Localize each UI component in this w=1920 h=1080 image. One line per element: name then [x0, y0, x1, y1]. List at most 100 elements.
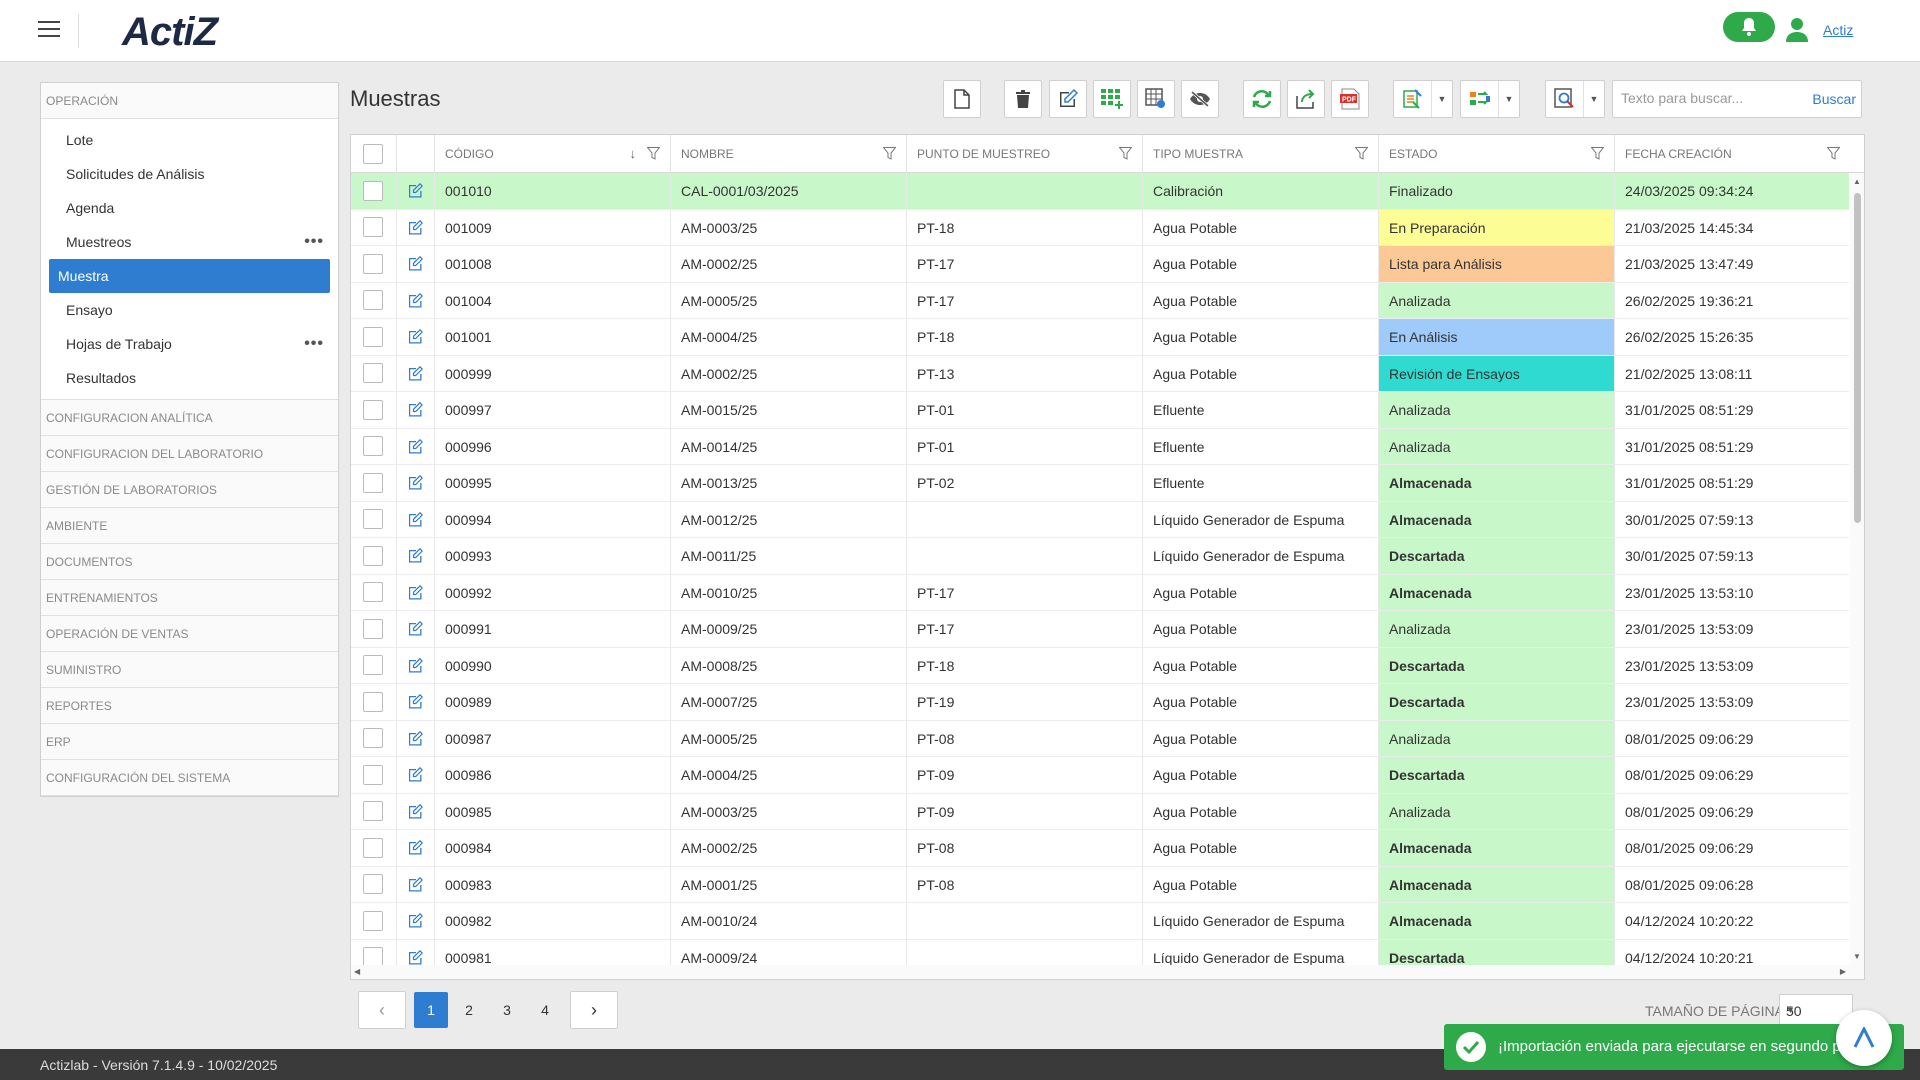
edit-icon[interactable] [408, 548, 423, 563]
sidebar-section[interactable]: OPERACIÓN DE VENTAS [41, 616, 338, 652]
sidebar-section[interactable]: ERP [41, 724, 338, 760]
edit-icon[interactable] [408, 767, 423, 782]
edit-icon[interactable] [408, 584, 423, 600]
chevron-down-icon[interactable]: ▼ [1432, 81, 1452, 117]
delete-button[interactable] [1004, 80, 1042, 118]
page-number[interactable]: 4 [528, 992, 562, 1028]
horizontal-scrollbar[interactable]: ◀ ▶ [351, 965, 1864, 979]
scroll-right-icon[interactable]: ▶ [1840, 967, 1846, 976]
table-row[interactable]: 000995 AM-0013/25 PT-02 Efluente Almacenada 3… [351, 465, 1849, 502]
notifications-button[interactable] [1723, 12, 1775, 42]
table-row[interactable]: 001009 AM-0003/25 PT-18 Agua Potable En Prep… [351, 209, 1849, 246]
sidebar-item[interactable]: Solicitudes de Análisis [49, 157, 330, 191]
sidebar-section[interactable]: SUMINISTRO [41, 652, 338, 688]
chevron-down-icon[interactable]: ▼ [1499, 81, 1519, 117]
sidebar-section[interactable]: DOCUMENTOS [41, 544, 338, 580]
table-row[interactable]: 000989 AM-0007/25 PT-19 Agua Potable Descart… [351, 684, 1849, 721]
scroll-left-icon[interactable]: ◀ [354, 967, 360, 976]
edit-icon[interactable] [408, 840, 423, 855]
column-header-estado[interactable]: ESTADO [1379, 135, 1615, 173]
edit-icon[interactable] [408, 803, 423, 819]
table-row[interactable]: 000991 AM-0009/25 PT-17 Agua Potable Analiza… [351, 611, 1849, 648]
table-row[interactable]: 000987 AM-0005/25 PT-08 Agua Potable Analiza… [351, 720, 1849, 757]
search-button[interactable]: Buscar [1812, 91, 1856, 107]
row-checkbox[interactable] [363, 728, 383, 749]
import-dropdown[interactable]: ▼ [1393, 80, 1453, 118]
sidebar-item[interactable]: Lote [49, 123, 330, 157]
filter-icon[interactable] [883, 147, 896, 160]
more-options-icon[interactable]: ••• [304, 327, 324, 361]
column-header-codigo[interactable]: CÓDIGO ↓ [435, 135, 671, 173]
row-checkbox[interactable] [363, 801, 383, 822]
table-row[interactable]: 000997 AM-0015/25 PT-01 Efluente Analizada 31… [351, 392, 1849, 429]
table-row[interactable]: 000994 AM-0012/25 Líquido Generador de Esp… [351, 501, 1849, 538]
sidebar-item[interactable]: Hojas de Trabajo ••• [49, 327, 330, 361]
scroll-down-icon[interactable]: ▼ [1853, 952, 1861, 961]
user-link[interactable]: Actiz [1823, 22, 1853, 38]
edit-icon[interactable] [408, 219, 423, 235]
table-row[interactable]: 001008 AM-0002/25 PT-17 Agua Potable Lista p… [351, 246, 1849, 283]
table-row[interactable]: 000982 AM-0010/24 Líquido Generador de Esp… [351, 903, 1849, 940]
sidebar-section[interactable]: CONFIGURACIÓN DEL SISTEMA [41, 760, 338, 796]
table-row[interactable]: 001001 AM-0004/25 PT-18 Agua Potable En Anál… [351, 319, 1849, 356]
table-row[interactable]: 000981 AM-0009/24 Líquido Generador de Esp… [351, 939, 1849, 965]
edit-icon[interactable] [408, 876, 423, 892]
column-header-punto[interactable]: PUNTO DE MUESTREO [907, 135, 1143, 173]
edit-icon[interactable] [408, 329, 423, 344]
filter-icon[interactable] [1827, 147, 1840, 160]
filter-icon[interactable] [1119, 147, 1132, 160]
edit-icon[interactable] [408, 949, 423, 965]
filter-icon[interactable] [1355, 147, 1368, 160]
scrollbar-thumb[interactable] [1854, 193, 1861, 523]
add-grid-button[interactable] [1093, 80, 1131, 118]
select-all-checkbox[interactable] [363, 144, 383, 164]
report-button[interactable] [1546, 81, 1584, 117]
table-row[interactable]: 001010 CAL-0001/03/2025 Calibración Finaliz… [351, 173, 1849, 210]
search-input[interactable] [1621, 90, 1811, 106]
edit-icon[interactable] [408, 475, 423, 490]
column-header-fecha[interactable]: FECHA CREACIÓN [1615, 135, 1864, 173]
row-checkbox[interactable] [363, 436, 383, 457]
edit-icon[interactable] [408, 657, 423, 673]
edit-icon[interactable] [408, 694, 423, 709]
edit-icon[interactable] [408, 621, 423, 636]
table-row[interactable]: 000984 AM-0002/25 PT-08 Agua Potable Almacen… [351, 830, 1849, 867]
row-checkbox[interactable] [363, 655, 383, 676]
table-row[interactable]: 000983 AM-0001/25 PT-08 Agua Potable Almacen… [351, 866, 1849, 903]
next-page-button[interactable]: › [570, 991, 618, 1029]
page-number[interactable]: 3 [490, 992, 524, 1028]
edit-icon[interactable] [408, 256, 423, 271]
row-checkbox[interactable] [363, 217, 383, 238]
row-checkbox[interactable] [363, 399, 383, 420]
table-row[interactable]: 000992 AM-0010/25 PT-17 Agua Potable Almacen… [351, 574, 1849, 611]
edit-button[interactable] [1049, 80, 1087, 118]
column-header-tipo[interactable]: TIPO MUESTRA [1143, 135, 1379, 173]
table-row[interactable]: 000996 AM-0014/25 PT-01 Efluente Analizada 31… [351, 428, 1849, 465]
row-checkbox[interactable] [363, 363, 383, 384]
chevron-down-icon[interactable]: ▼ [1584, 81, 1604, 117]
sidebar-item[interactable]: Muestreos ••• [49, 225, 330, 259]
edit-icon[interactable] [408, 438, 423, 454]
row-checkbox[interactable] [363, 326, 383, 347]
sidebar-item[interactable]: Resultados [49, 361, 330, 395]
table-row[interactable]: 000999 AM-0002/25 PT-13 Agua Potable Revisió… [351, 355, 1849, 392]
sidebar-section[interactable]: OPERACIÓN [41, 83, 338, 119]
table-row[interactable]: 000990 AM-0008/25 PT-18 Agua Potable Descart… [351, 647, 1849, 684]
assistant-button[interactable] [1836, 1010, 1892, 1066]
table-row[interactable]: 001004 AM-0005/25 PT-17 Agua Potable Analiza… [351, 282, 1849, 319]
table-row[interactable]: 000993 AM-0011/25 Líquido Generador de Esp… [351, 538, 1849, 575]
sidebar-section[interactable]: CONFIGURACION DEL LABORATORIO [41, 436, 338, 472]
column-header-nombre[interactable]: NOMBRE [671, 135, 907, 173]
refresh-button[interactable] [1243, 80, 1281, 118]
page-number[interactable]: 1 [414, 992, 448, 1028]
filter-icon[interactable] [1591, 147, 1604, 160]
sort-down-icon[interactable]: ↓ [630, 135, 637, 173]
sidebar-item[interactable]: Agenda [49, 191, 330, 225]
edit-icon[interactable] [408, 730, 423, 746]
user-icon[interactable] [1786, 18, 1808, 42]
row-checkbox[interactable] [363, 472, 383, 493]
row-checkbox[interactable] [363, 618, 383, 639]
menu-icon[interactable] [38, 21, 60, 39]
pdf-button[interactable]: PDF [1331, 80, 1369, 118]
import-button[interactable] [1394, 81, 1432, 117]
